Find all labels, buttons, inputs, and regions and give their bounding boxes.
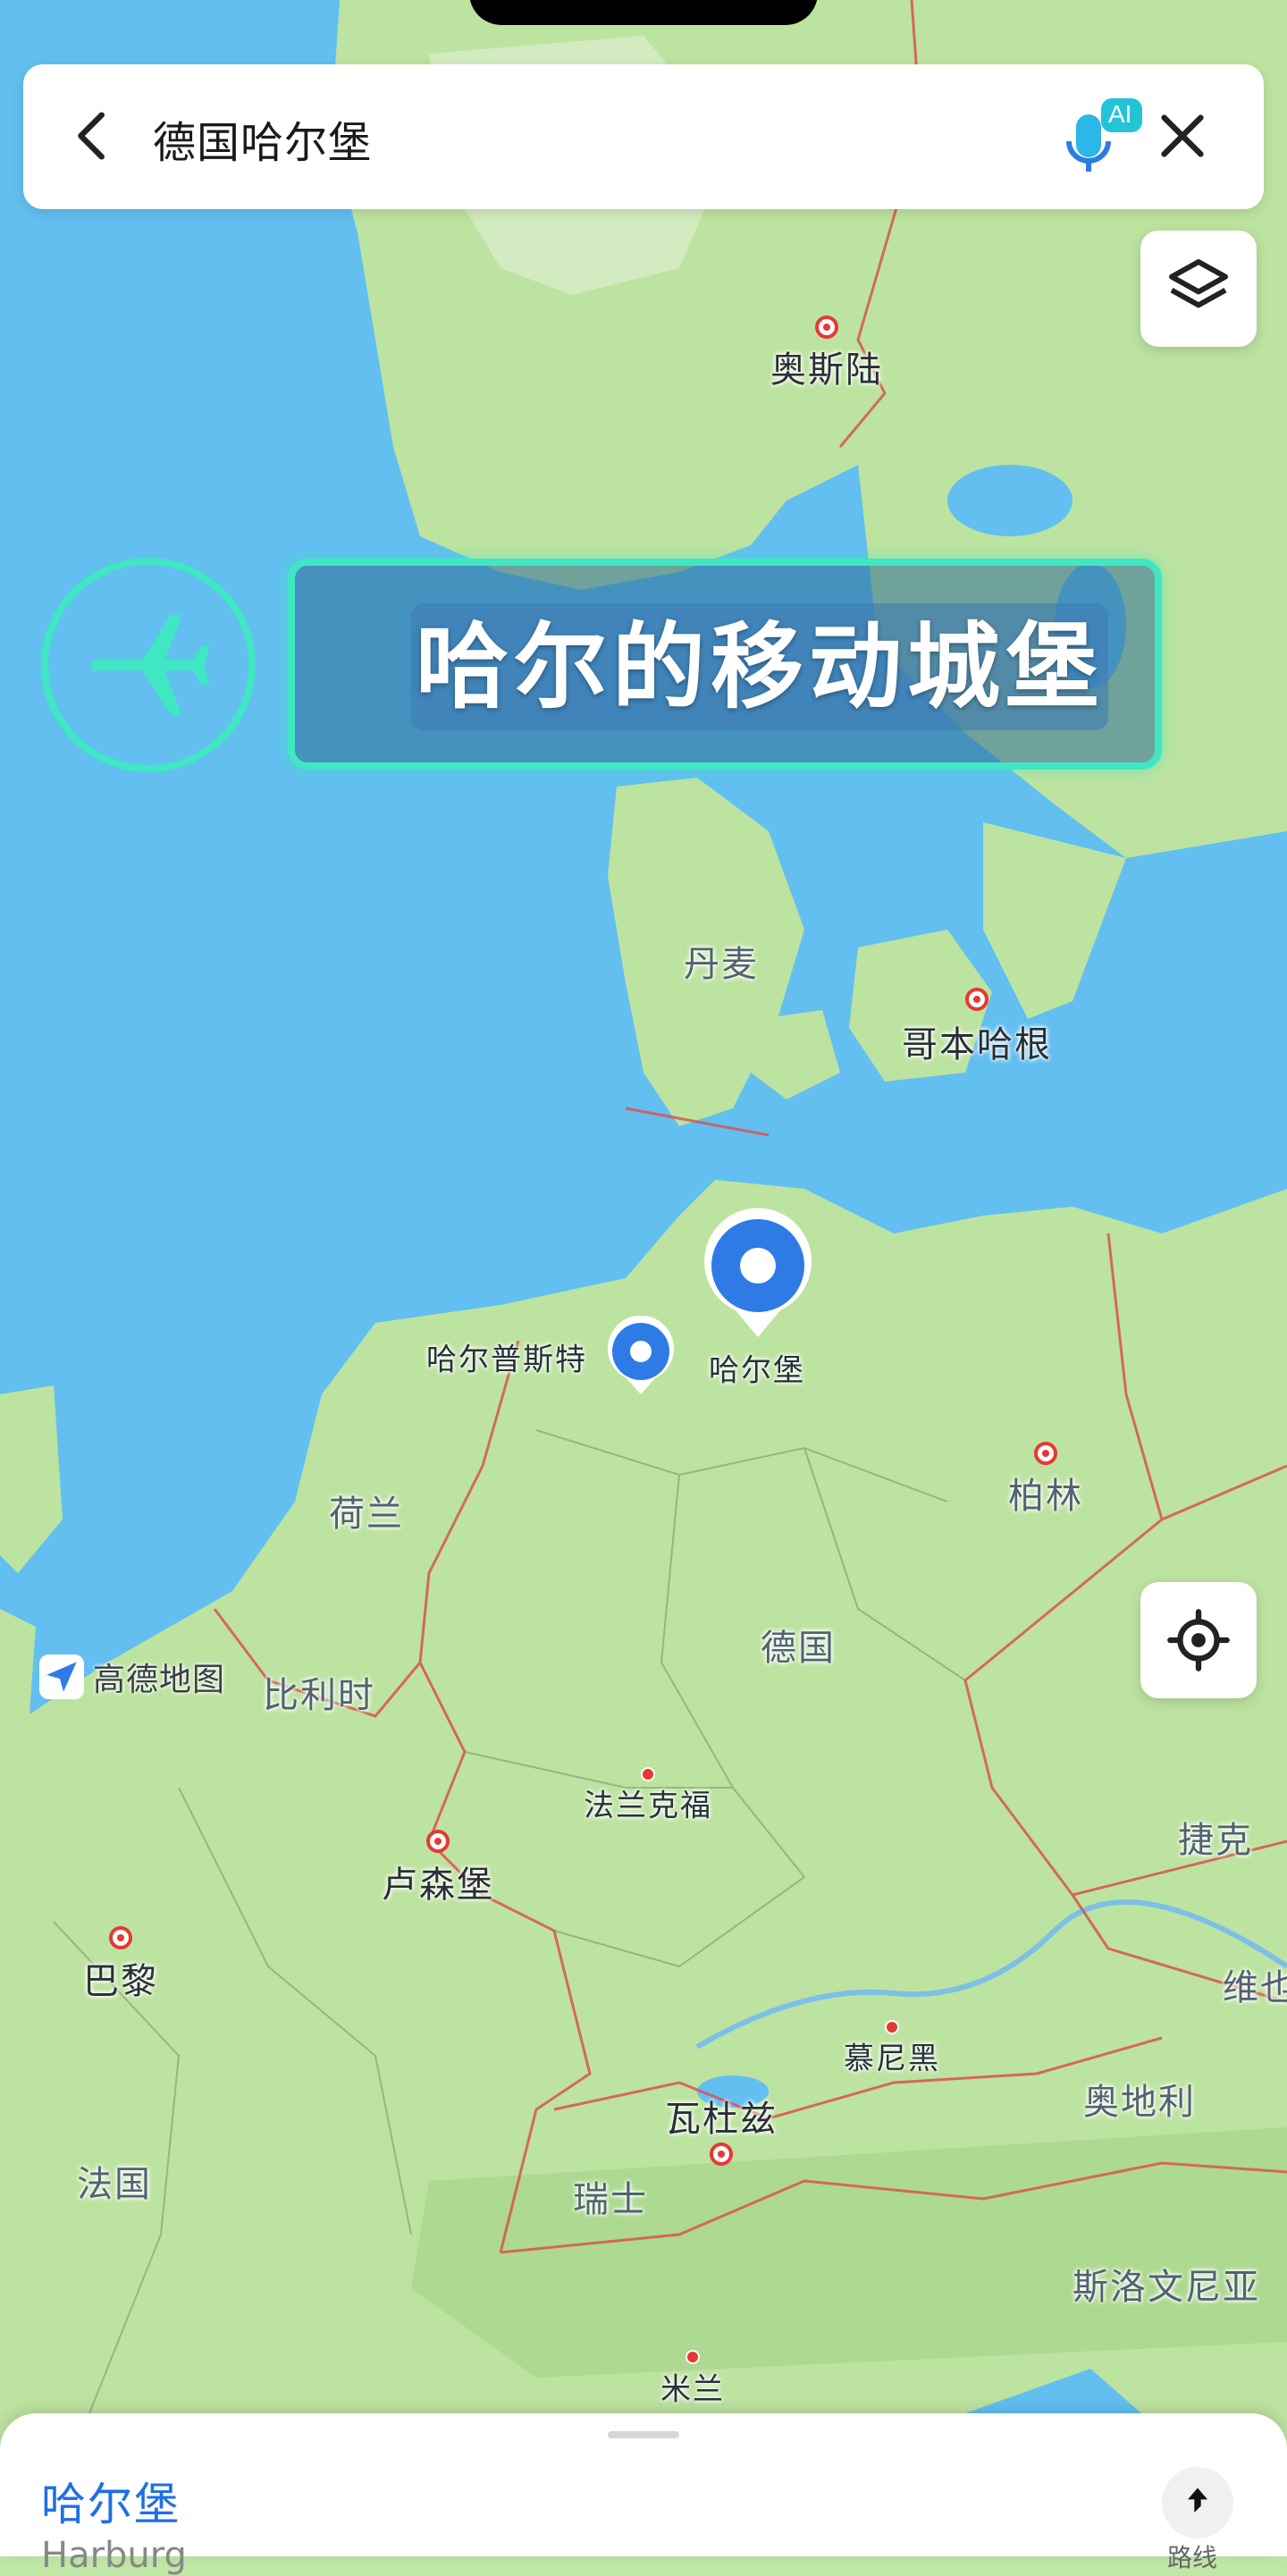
label-harpstedt[interactable]: 哈尔普斯特	[426, 1335, 587, 1379]
ai-voice-button[interactable]: AI	[1060, 91, 1149, 181]
brand-watermark: 高德地图	[39, 1654, 225, 1700]
banner-title: 哈尔的移动城堡	[411, 603, 1108, 730]
place-subtitle: Harburg	[41, 2535, 187, 2576]
capital-marker-copenhagen	[965, 988, 988, 1011]
label-netherlands[interactable]: 荷兰	[329, 1485, 404, 1536]
capital-marker-berlin	[1034, 1442, 1057, 1465]
search-query[interactable]: 德国哈尔堡	[153, 107, 372, 170]
city-marker-munich	[885, 2020, 899, 2034]
label-milan[interactable]: 米兰	[660, 2365, 725, 2409]
secondary-location-pin[interactable]	[605, 1315, 677, 1400]
label-munich[interactable]: 慕尼黑	[844, 2034, 940, 2078]
label-belgium[interactable]: 比利时	[263, 1666, 375, 1718]
title-banner: 哈尔的移动城堡	[288, 559, 1162, 770]
capital-marker-luxembourg	[426, 1830, 450, 1853]
label-vaduz[interactable]: 瓦杜兹	[665, 2090, 778, 2142]
city-marker-milan	[686, 2350, 700, 2364]
layers-icon	[1169, 259, 1228, 308]
microphone-ai-icon	[1066, 98, 1142, 172]
city-marker-frankfurt	[641, 1767, 655, 1781]
route-arrow-icon	[1188, 2488, 1207, 2513]
brand-name: 高德地图	[93, 1662, 226, 1698]
place-title: 哈尔堡	[41, 2479, 181, 2530]
label-vienna[interactable]: 维也	[1223, 1958, 1287, 2010]
device-notch	[469, 0, 818, 25]
label-czech[interactable]: 捷克	[1178, 1811, 1253, 1863]
capital-marker-paris	[109, 1926, 132, 1949]
label-oslo[interactable]: 奥斯陆	[770, 341, 883, 392]
place-bottom-sheet[interactable]: 哈尔堡 Harburg 路线	[0, 2413, 1287, 2576]
close-icon[interactable]	[1151, 105, 1214, 167]
ai-badge: AI	[1108, 100, 1132, 128]
selected-location-pin[interactable]	[700, 1205, 816, 1343]
locate-me-button[interactable]	[1140, 1582, 1257, 1698]
label-luxembourg[interactable]: 卢森堡	[382, 1856, 494, 1907]
layers-button[interactable]	[1140, 231, 1257, 347]
capital-marker-vaduz	[710, 2142, 733, 2166]
label-copenhagen[interactable]: 哥本哈根	[902, 1015, 1052, 1067]
plane-badge	[41, 558, 256, 772]
label-slovenia[interactable]: 斯洛文尼亚	[1072, 2258, 1260, 2310]
label-frankfurt[interactable]: 法兰克福	[584, 1781, 712, 1825]
label-harburg[interactable]: 哈尔堡	[709, 1346, 805, 1390]
search-bar[interactable]: 德国哈尔堡 AI	[23, 64, 1264, 209]
label-berlin[interactable]: 柏林	[1008, 1467, 1083, 1519]
label-germany[interactable]: 德国	[761, 1619, 836, 1671]
amap-logo-icon	[39, 1654, 84, 1699]
label-austria[interactable]: 奥地利	[1083, 2073, 1196, 2125]
label-denmark[interactable]: 丹麦	[684, 935, 759, 987]
capital-marker-oslo	[815, 316, 838, 339]
route-button[interactable]	[1162, 2467, 1233, 2538]
label-france[interactable]: 法国	[77, 2155, 152, 2207]
sheet-drag-handle[interactable]	[608, 2431, 679, 2438]
route-label: 路线	[1167, 2543, 1218, 2572]
label-paris[interactable]: 巴黎	[83, 1952, 158, 2004]
crosshair-icon	[1167, 1609, 1230, 1671]
label-switzerland[interactable]: 瑞士	[573, 2170, 648, 2222]
back-arrow-icon[interactable]	[63, 105, 125, 167]
airplane-icon	[92, 614, 210, 716]
